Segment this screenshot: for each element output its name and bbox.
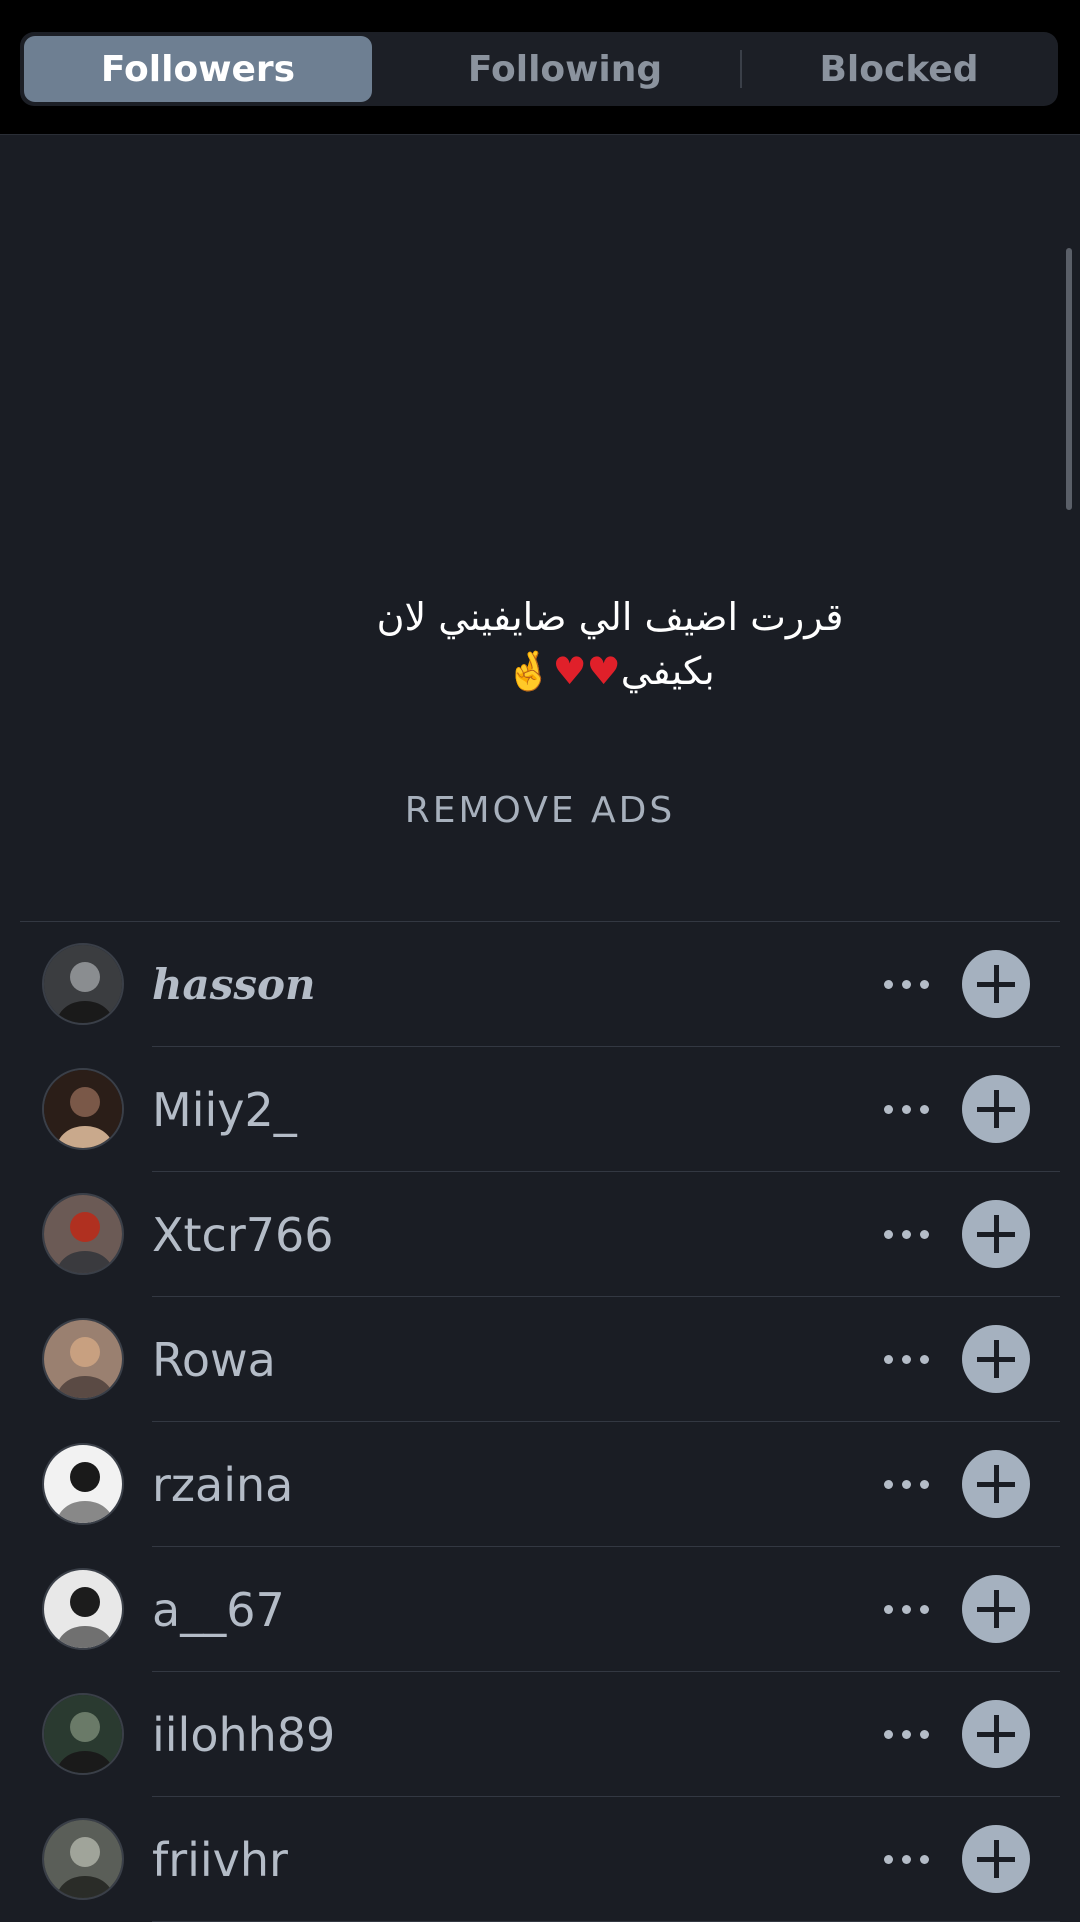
follower-row[interactable]: friivhr — [0, 1797, 1080, 1922]
ad-line-1: قررت اضيف الي ضايفيني لان — [376, 595, 844, 639]
scrollbar-thumb[interactable] — [1066, 248, 1072, 510]
more-options-icon[interactable] — [884, 972, 930, 996]
more-options-icon[interactable] — [884, 1347, 930, 1371]
follow-back-plus-icon[interactable] — [962, 1575, 1030, 1643]
follower-row[interactable]: Miiy2_ — [0, 1047, 1080, 1172]
follow-back-plus-icon[interactable] — [962, 1325, 1030, 1393]
more-options-icon[interactable] — [884, 1722, 930, 1746]
username[interactable]: a__67 — [152, 1583, 285, 1637]
more-options-icon[interactable] — [884, 1847, 930, 1871]
more-options-icon[interactable] — [884, 1472, 930, 1496]
tab-following[interactable]: Following — [392, 36, 738, 102]
username[interactable]: Rowa — [152, 1333, 276, 1387]
tab-blocked[interactable]: Blocked — [744, 36, 1054, 102]
follower-row[interactable]: Rowa — [0, 1297, 1080, 1422]
follow-back-plus-icon[interactable] — [962, 1450, 1030, 1518]
avatar[interactable] — [42, 1693, 124, 1775]
avatar[interactable] — [42, 1443, 124, 1525]
ad-emoji: ♥♥🤞 — [505, 649, 621, 693]
tab-divider — [740, 50, 742, 88]
more-options-icon[interactable] — [884, 1222, 930, 1246]
avatar[interactable] — [42, 1193, 124, 1275]
follow-back-plus-icon[interactable] — [962, 1700, 1030, 1768]
ad-line-2-text: بكيفي — [620, 649, 715, 693]
username[interactable]: Xtcr766 — [152, 1208, 334, 1262]
remove-ads-button[interactable]: REMOVE ADS — [0, 790, 1080, 831]
more-options-icon[interactable] — [884, 1097, 930, 1121]
username[interactable]: rzaina — [152, 1458, 293, 1512]
avatar[interactable] — [42, 943, 124, 1025]
follow-tabs: Followers Following Blocked — [20, 32, 1058, 106]
follower-row[interactable]: hasson — [0, 922, 1080, 1047]
ad-line-2: بكيفي♥♥🤞 — [340, 644, 880, 698]
top-bar: Followers Following Blocked — [0, 0, 1080, 135]
follower-row[interactable]: Xtcr766 — [0, 1172, 1080, 1297]
tab-followers[interactable]: Followers — [24, 36, 372, 102]
username[interactable]: hasson — [152, 958, 316, 1012]
follower-row[interactable]: a__67 — [0, 1547, 1080, 1672]
follow-back-plus-icon[interactable] — [962, 1075, 1030, 1143]
avatar[interactable] — [42, 1818, 124, 1900]
follow-back-plus-icon[interactable] — [962, 1200, 1030, 1268]
follow-back-plus-icon[interactable] — [962, 1825, 1030, 1893]
username[interactable]: friivhr — [152, 1833, 288, 1887]
more-options-icon[interactable] — [884, 1597, 930, 1621]
avatar[interactable] — [42, 1318, 124, 1400]
follower-row[interactable]: rzaina — [0, 1422, 1080, 1547]
avatar[interactable] — [42, 1568, 124, 1650]
ad-banner-text: قررت اضيف الي ضايفيني لان بكيفي♥♥🤞 — [340, 590, 880, 698]
avatar[interactable] — [42, 1068, 124, 1150]
follower-row[interactable]: iilohh89 — [0, 1672, 1080, 1797]
follow-back-plus-icon[interactable] — [962, 950, 1030, 1018]
username[interactable]: Miiy2_ — [152, 1083, 297, 1137]
username[interactable]: iilohh89 — [152, 1708, 335, 1762]
